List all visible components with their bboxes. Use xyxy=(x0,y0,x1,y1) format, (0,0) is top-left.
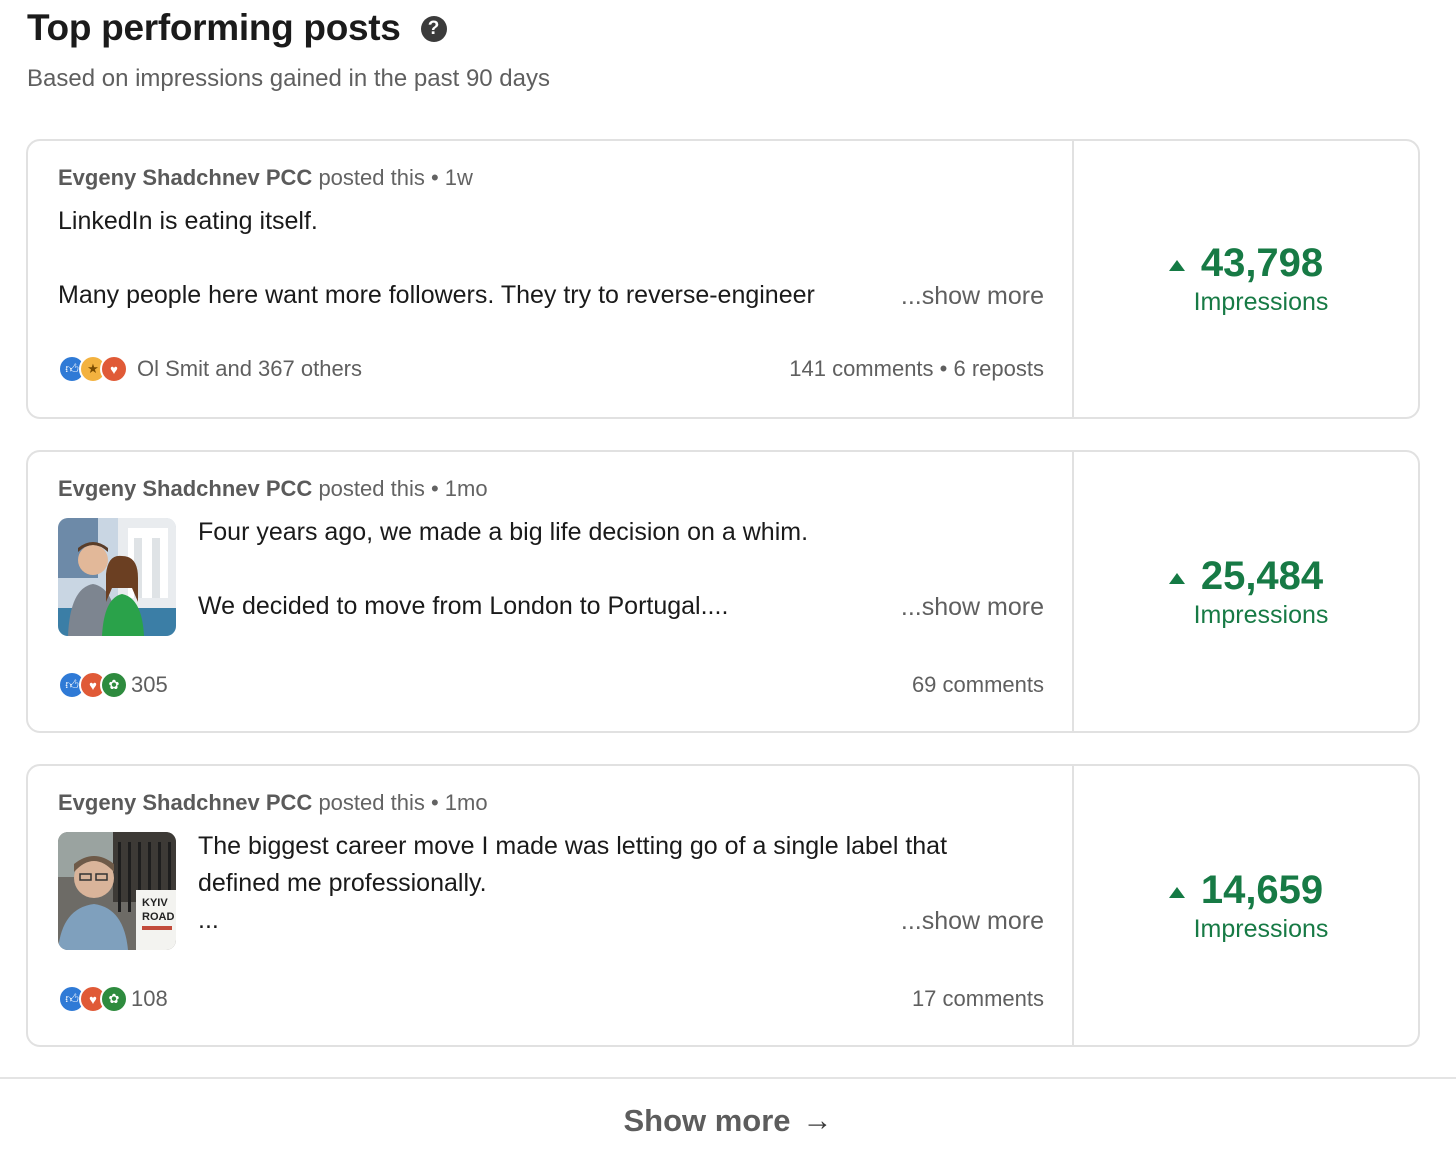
meta-separator: • xyxy=(430,476,445,501)
engagement-stats: 141 comments • 6 reposts xyxy=(789,356,1044,382)
show-more-button-label: Show more xyxy=(623,1103,791,1138)
love-icon: ♥ xyxy=(100,355,128,383)
reactions[interactable]: 👍︎ ♥ ✿ 305 xyxy=(58,671,168,699)
page-subtitle: Based on impressions gained in the past … xyxy=(27,65,550,92)
post-text-line: defined me professionally. xyxy=(198,869,487,897)
impressions-metric: 43,798 xyxy=(1168,241,1324,286)
post-thumbnail[interactable] xyxy=(58,518,176,636)
post-text-line: The biggest career move I made was letti… xyxy=(198,832,948,860)
show-more-link[interactable]: ...show more xyxy=(901,282,1044,311)
post-text-line: Many people here want more followers. Th… xyxy=(58,281,815,309)
post-author[interactable]: Evgeny Shadchnev PCC xyxy=(58,790,312,815)
impressions-metric: 25,484 xyxy=(1168,553,1324,599)
post-age: 1mo xyxy=(444,476,488,501)
trend-up-icon xyxy=(1168,260,1185,271)
post-content[interactable]: Evgeny Shadchnev PCC posted this • 1mo xyxy=(28,766,1074,1045)
page-title: Top performing posts xyxy=(27,7,401,48)
comments-count[interactable]: 17 comments xyxy=(912,986,1044,1011)
engagement-stats: 69 comments xyxy=(912,672,1044,698)
post-card[interactable]: Evgeny Shadchnev PCC posted this • 1w Li… xyxy=(26,139,1420,419)
reactions-count[interactable]: 108 xyxy=(131,986,168,1012)
reactions-count[interactable]: Ol Smit and 367 others xyxy=(137,356,362,382)
engagement-stats: 17 comments xyxy=(912,986,1044,1012)
posted-label: posted this xyxy=(318,165,425,190)
trend-up-icon xyxy=(1168,886,1185,898)
show-more-button[interactable]: Show more → xyxy=(0,1103,1456,1139)
impressions-label: Impressions xyxy=(1193,288,1329,316)
arrow-right-icon: → xyxy=(802,1104,833,1137)
thumb-sign-text: ROAD xyxy=(142,911,174,923)
reaction-icons: 👍︎ ★ ♥ xyxy=(58,355,128,383)
couple-photo-image xyxy=(58,518,176,636)
post-card[interactable]: Evgeny Shadchnev PCC posted this • 1mo xyxy=(26,764,1420,1047)
impressions-panel: 14,659 Impressions xyxy=(1074,766,1418,1045)
impressions-value: 43,798 xyxy=(1200,241,1324,285)
support-icon: ✿ xyxy=(100,671,128,699)
post-footer: 👍︎ ♥ ✿ 305 69 comments xyxy=(58,671,1044,699)
post-meta: Evgeny Shadchnev PCC posted this • 1mo xyxy=(58,474,1042,504)
reactions[interactable]: 👍︎ ★ ♥ Ol Smit and 367 others xyxy=(58,355,362,383)
post-author[interactable]: Evgeny Shadchnev PCC xyxy=(58,165,312,190)
impressions-panel: 43,798 Impressions xyxy=(1074,141,1418,417)
reaction-icons: 👍︎ ♥ ✿ xyxy=(58,671,128,699)
post-text-line: LinkedIn is eating itself. xyxy=(58,207,318,235)
impressions-panel: 25,484 Impressions xyxy=(1074,452,1418,731)
thumb-sign-text: KYIV xyxy=(142,897,168,909)
impressions-metric: 14,659 xyxy=(1168,867,1324,913)
posted-label: posted this xyxy=(318,790,425,815)
title-row: Top performing posts ? xyxy=(27,6,1427,50)
post-age: 1mo xyxy=(444,790,488,815)
impressions-label: Impressions xyxy=(1193,914,1329,943)
post-meta: Evgeny Shadchnev PCC posted this • 1w xyxy=(58,163,1042,193)
stats-separator: • xyxy=(939,356,954,381)
post-text-line: Four years ago, we made a big life decis… xyxy=(198,518,809,546)
impressions-value: 14,659 xyxy=(1200,867,1324,912)
help-icon[interactable]: ? xyxy=(420,16,447,42)
post-footer: 👍︎ ♥ ✿ 108 17 comments xyxy=(58,985,1044,1013)
post-thumbnail[interactable]: KYIV ROAD xyxy=(58,832,176,950)
reposts-count[interactable]: 6 reposts xyxy=(954,356,1045,381)
show-more-link[interactable]: ...show more xyxy=(901,593,1044,622)
reactions[interactable]: 👍︎ ♥ ✿ 108 xyxy=(58,985,168,1013)
reactions-count[interactable]: 305 xyxy=(131,672,168,698)
meta-separator: • xyxy=(430,790,445,815)
post-card[interactable]: Evgeny Shadchnev PCC posted this • 1mo xyxy=(26,450,1420,733)
post-content[interactable]: Evgeny Shadchnev PCC posted this • 1mo xyxy=(28,452,1074,731)
impressions-label: Impressions xyxy=(1193,600,1329,629)
post-footer: 👍︎ ★ ♥ Ol Smit and 367 others 141 commen… xyxy=(58,355,1044,383)
show-more-link[interactable]: ...show more xyxy=(901,907,1044,936)
post-author[interactable]: Evgeny Shadchnev PCC xyxy=(58,476,312,501)
meta-separator: • xyxy=(430,165,445,190)
post-meta: Evgeny Shadchnev PCC posted this • 1mo xyxy=(58,788,1042,818)
comments-count[interactable]: 141 comments xyxy=(789,356,933,381)
support-icon: ✿ xyxy=(100,985,128,1013)
portrait-photo-image: KYIV ROAD xyxy=(58,832,176,950)
reaction-icons: 👍︎ ♥ ✿ xyxy=(58,985,128,1013)
comments-count[interactable]: 69 comments xyxy=(912,672,1044,697)
impressions-value: 25,484 xyxy=(1200,553,1324,598)
post-content[interactable]: Evgeny Shadchnev PCC posted this • 1w Li… xyxy=(28,141,1074,417)
trend-up-icon xyxy=(1168,572,1185,584)
footer-divider xyxy=(0,1077,1456,1079)
section-header: Top performing posts ? Based on impressi… xyxy=(27,6,1427,94)
post-age: 1w xyxy=(444,165,473,190)
posted-label: posted this xyxy=(318,476,425,501)
